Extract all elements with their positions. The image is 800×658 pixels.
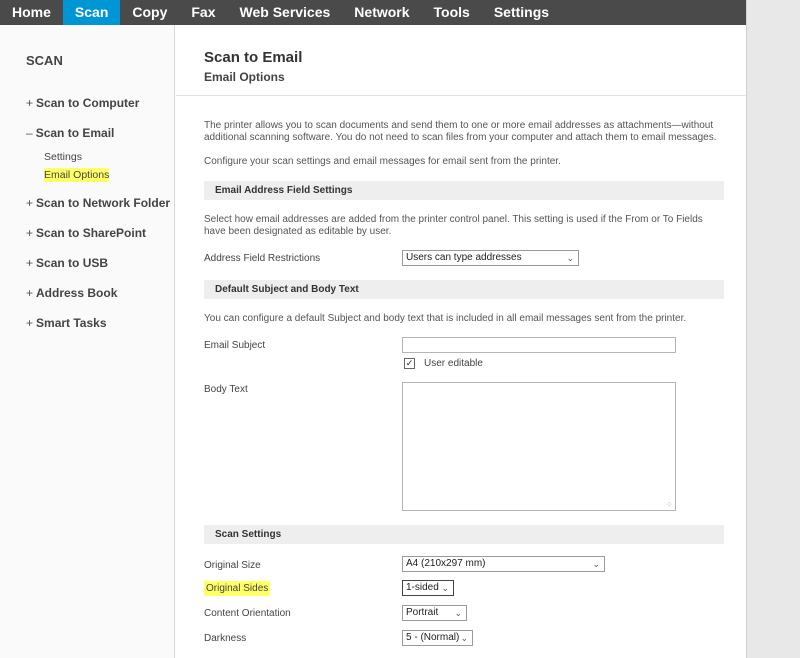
chevron-down-icon: ⌄ xyxy=(592,559,600,569)
sidebar-item-label: Scan to USB xyxy=(36,256,109,270)
original-sides-label-text: Original Sides xyxy=(204,581,271,596)
expand-icon: + xyxy=(26,316,34,330)
content-orientation-label: Content Orientation xyxy=(204,608,291,619)
user-editable-label: User editable xyxy=(424,358,483,369)
page-title: Scan to Email xyxy=(204,49,303,66)
email-address-section-heading: Email Address Field Settings xyxy=(204,181,724,200)
original-sides-value: 1-sided xyxy=(406,582,439,593)
expand-icon: + xyxy=(26,286,34,300)
sidebar-item-label: Scan to SharePoint xyxy=(36,226,147,240)
sidebar-item-label: Scan to Computer xyxy=(36,96,140,110)
sidebar-item-label: Address Book xyxy=(36,286,118,300)
original-sides-select[interactable]: 1-sided ⌄ xyxy=(402,580,454,596)
page-subtitle: Email Options xyxy=(204,70,285,84)
email-subject-input[interactable] xyxy=(402,337,676,353)
app-window: Home Scan Copy Fax Web Services Network … xyxy=(0,0,746,658)
sidebar-nav: + Scan to Computer – Scan to Email Setting… xyxy=(26,95,171,345)
darkness-label: Darkness xyxy=(204,633,247,644)
sidebar-subitem-email-options[interactable]: Email Options xyxy=(26,168,171,195)
intro-text: The printer allows you to scan documents… xyxy=(204,120,717,143)
expand-icon: + xyxy=(26,96,34,110)
body-text-label: Body Text xyxy=(204,384,248,395)
original-size-label: Original Size xyxy=(204,560,261,571)
email-subject-label: Email Subject xyxy=(204,340,266,351)
darkness-value: 5 - (Normal) xyxy=(406,632,460,643)
tab-copy[interactable]: Copy xyxy=(120,0,179,25)
sidebar-item-scan-to-usb[interactable]: + Scan to USB xyxy=(26,255,171,285)
email-address-section-desc: Select how email addresses are added fro… xyxy=(204,214,703,237)
address-restrictions-select[interactable]: Users can type addresses ⌄ xyxy=(402,250,579,266)
tab-fax[interactable]: Fax xyxy=(179,0,227,25)
background-strip xyxy=(746,0,800,658)
top-nav: Home Scan Copy Fax Web Services Network … xyxy=(0,0,746,25)
sidebar-item-address-book[interactable]: + Address Book xyxy=(26,285,171,315)
sidebar-item-scan-to-sharepoint[interactable]: + Scan to SharePoint xyxy=(26,225,171,255)
content-orientation-value: Portrait xyxy=(406,607,439,618)
original-size-select[interactable]: A4 (210x297 mm) ⌄ xyxy=(402,556,605,572)
sidebar-title: SCAN xyxy=(26,53,63,68)
tab-home[interactable]: Home xyxy=(0,0,63,25)
content-orientation-select[interactable]: Portrait ⌄ xyxy=(402,605,467,621)
tab-tools[interactable]: Tools xyxy=(422,0,482,25)
subject-body-section-desc: You can configure a default Subject and … xyxy=(204,313,687,324)
tab-network[interactable]: Network xyxy=(342,0,421,25)
user-editable-checkbox[interactable]: ✓ xyxy=(404,358,415,369)
expand-icon: + xyxy=(26,226,34,240)
darkness-select[interactable]: 5 - (Normal) ⌄ xyxy=(402,630,473,646)
expand-icon: + xyxy=(26,196,34,210)
chevron-down-icon: ⌄ xyxy=(441,583,449,593)
subject-body-section-heading: Default Subject and Body Text xyxy=(204,280,724,299)
tab-web-services[interactable]: Web Services xyxy=(228,0,343,25)
original-size-value: A4 (210x297 mm) xyxy=(406,558,486,569)
main-content: Scan to Email Email Options The printer … xyxy=(176,25,746,658)
tab-settings[interactable]: Settings xyxy=(482,0,561,25)
expand-icon: + xyxy=(26,256,34,270)
checkmark-icon: ✓ xyxy=(405,358,414,368)
tab-scan[interactable]: Scan xyxy=(62,0,121,25)
page-header: Scan to Email Email Options xyxy=(176,25,746,96)
intro-configure-text: Configure your scan settings and email m… xyxy=(204,156,561,167)
sidebar-item-smart-tasks[interactable]: + Smart Tasks xyxy=(26,315,171,345)
sidebar-item-scan-to-email[interactable]: – Scan to Email xyxy=(26,125,171,150)
body-text-textarea[interactable]: ⁘ xyxy=(402,382,676,511)
sidebar-item-label: Scan to Email xyxy=(35,126,115,140)
resize-grip-icon[interactable]: ⁘ xyxy=(666,500,673,509)
sidebar-item-label: Smart Tasks xyxy=(36,316,107,330)
address-restrictions-value: Users can type addresses xyxy=(406,252,522,263)
sidebar-item-scan-to-computer[interactable]: + Scan to Computer xyxy=(26,95,171,125)
chevron-down-icon: ⌄ xyxy=(460,633,468,643)
original-sides-label: Original Sides xyxy=(204,581,271,596)
sidebar-subitem-settings[interactable]: Settings xyxy=(26,150,171,168)
chevron-down-icon: ⌄ xyxy=(454,608,462,618)
chevron-down-icon: ⌄ xyxy=(566,253,574,263)
sidebar-subitem-label: Email Options xyxy=(44,168,110,182)
scan-settings-section-heading: Scan Settings xyxy=(204,525,724,544)
collapse-icon: – xyxy=(26,126,33,140)
sidebar: SCAN + Scan to Computer – Scan to Email Se… xyxy=(0,25,175,658)
sidebar-item-scan-to-network-folder[interactable]: + Scan to Network Folder xyxy=(26,195,171,225)
address-restrictions-label: Address Field Restrictions xyxy=(204,253,321,264)
sidebar-item-label: Scan to Network Folder xyxy=(36,196,171,210)
